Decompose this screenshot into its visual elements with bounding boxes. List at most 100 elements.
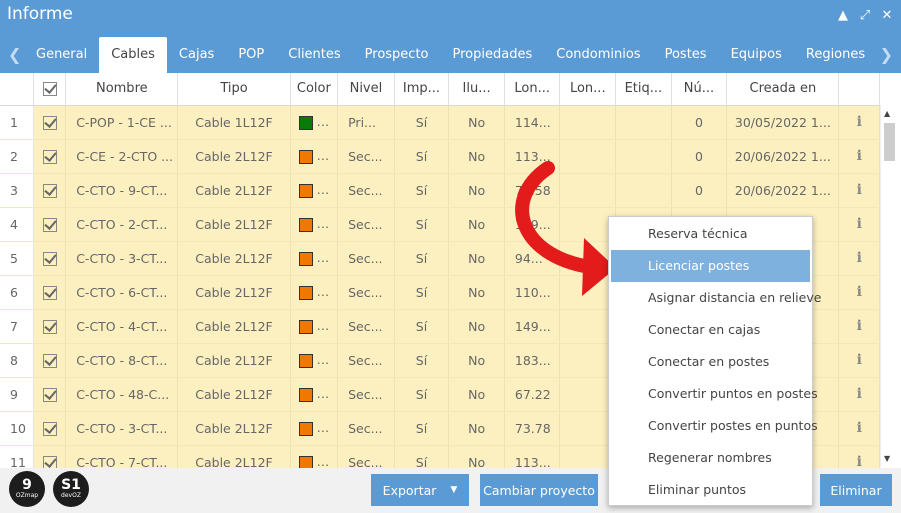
info-icon[interactable]: i xyxy=(857,182,862,198)
collapse-icon[interactable]: ▲ xyxy=(835,7,851,23)
tabs-scroll-left-icon[interactable]: ❮ xyxy=(8,45,21,64)
cell-nivel: Sec... xyxy=(337,411,395,446)
row-checkbox-cell[interactable] xyxy=(33,241,67,276)
row-checkbox[interactable] xyxy=(42,421,57,436)
cell-etiq xyxy=(615,173,672,208)
color-ellipsis: … xyxy=(312,114,330,130)
column-header[interactable]: Nivel xyxy=(337,73,395,106)
close-icon[interactable]: ✕ xyxy=(879,7,895,23)
menu-item[interactable]: Reserva técnica xyxy=(611,218,810,250)
info-icon[interactable]: i xyxy=(857,114,862,130)
menu-item[interactable]: Licenciar postes xyxy=(611,250,810,282)
cell-imp: Sí xyxy=(394,275,450,310)
column-header[interactable]: Nombre xyxy=(65,73,179,106)
row-checkbox-cell[interactable] xyxy=(33,411,67,446)
info-icon[interactable]: i xyxy=(857,318,862,334)
tab-cajas[interactable]: Cajas xyxy=(167,37,226,73)
export-button[interactable]: Exportar ▼ xyxy=(371,474,469,506)
table-row[interactable]: 3 C-CTO - 9-CT... Cable 2L12F … Sec... Sí No 7… xyxy=(0,173,880,208)
cell-imp: Sí xyxy=(394,377,450,412)
tab-regiones[interactable]: Regiones xyxy=(794,37,877,73)
tab-propiedades[interactable]: Propiedades xyxy=(441,37,545,73)
cell-etiq xyxy=(615,139,672,174)
info-icon[interactable]: i xyxy=(857,148,862,164)
select-all-checkbox[interactable] xyxy=(42,81,57,96)
row-checkbox-cell[interactable] xyxy=(33,173,67,208)
row-actions-cell: i xyxy=(838,309,880,344)
cell-tipo: Cable 2L12F xyxy=(177,377,291,412)
row-checkbox[interactable] xyxy=(42,353,57,368)
change-project-button[interactable]: Cambiar proyecto xyxy=(480,474,598,506)
tab-pop[interactable]: POP xyxy=(226,37,276,73)
row-checkbox-cell[interactable] xyxy=(33,207,67,242)
column-header[interactable]: Etiq... xyxy=(615,73,672,106)
scroll-up-icon[interactable]: ▲ xyxy=(884,109,890,118)
menu-item[interactable]: Conectar en cajas xyxy=(611,314,810,346)
table-row[interactable]: 2 C-CE - 2-CTO ... Cable 2L12F … Sec... Sí No… xyxy=(0,139,880,174)
row-checkbox[interactable] xyxy=(42,115,57,130)
info-icon[interactable]: i xyxy=(857,284,862,300)
column-header[interactable] xyxy=(33,73,67,106)
color-swatch xyxy=(298,217,313,232)
curved-arrow-icon xyxy=(515,161,616,296)
scroll-down-icon[interactable]: ▼ xyxy=(884,454,890,463)
tab-prospecto[interactable]: Prospecto xyxy=(353,37,441,73)
row-checkbox-cell[interactable] xyxy=(33,343,67,378)
tab-equipos[interactable]: Equipos xyxy=(719,37,794,73)
menu-item[interactable]: Asignar distancia en relieve xyxy=(611,282,821,314)
row-checkbox-cell[interactable] xyxy=(33,377,67,412)
tab-condominios[interactable]: Condominios xyxy=(544,37,652,73)
row-checkbox[interactable] xyxy=(42,251,57,266)
row-checkbox-cell[interactable] xyxy=(33,105,67,140)
info-icon[interactable]: i xyxy=(857,420,862,436)
cell-ilu: No xyxy=(448,343,505,378)
row-checkbox[interactable] xyxy=(42,319,57,334)
column-header[interactable] xyxy=(838,73,880,106)
info-icon[interactable]: i xyxy=(857,454,862,468)
info-icon[interactable]: i xyxy=(857,250,862,266)
menu-item[interactable]: Conectar en postes xyxy=(611,346,810,378)
tab-postes[interactable]: Postes xyxy=(653,37,719,73)
row-checkbox[interactable] xyxy=(42,285,57,300)
tab-general[interactable]: General xyxy=(24,37,99,73)
column-header[interactable] xyxy=(0,73,34,106)
cell-lon1: 149... xyxy=(504,309,561,344)
column-header[interactable]: Imp... xyxy=(394,73,450,106)
column-header[interactable]: Creada en xyxy=(726,73,840,106)
row-number: 8 xyxy=(0,343,34,378)
column-header[interactable]: Ilu... xyxy=(448,73,505,106)
tab-clientes[interactable]: Clientes xyxy=(276,37,352,73)
grid-scrollbar[interactable]: ▲ ▼ xyxy=(880,105,897,467)
expand-icon[interactable]: ⤢ xyxy=(857,7,873,23)
info-icon[interactable]: i xyxy=(857,386,862,402)
row-checkbox-cell[interactable] xyxy=(33,309,67,344)
info-icon[interactable]: i xyxy=(857,352,862,368)
cell-nivel: Sec... xyxy=(337,241,395,276)
menu-item[interactable]: Convertir puntos en postes xyxy=(611,378,818,410)
column-header[interactable]: Lon... xyxy=(559,73,617,106)
row-checkbox[interactable] xyxy=(42,183,57,198)
row-checkbox-cell[interactable] xyxy=(33,275,67,310)
row-checkbox[interactable] xyxy=(42,149,57,164)
delete-button[interactable]: Eliminar xyxy=(820,474,892,506)
cell-lon1: 67.22 xyxy=(504,377,561,412)
row-checkbox[interactable] xyxy=(42,387,57,402)
column-header[interactable]: Color xyxy=(290,73,339,106)
menu-item[interactable]: Regenerar nombres xyxy=(611,442,810,474)
info-icon[interactable]: i xyxy=(857,216,862,232)
scrollbar-thumb[interactable] xyxy=(884,123,895,161)
tabs-scroll-right-icon[interactable]: ❯ xyxy=(880,45,893,64)
table-row[interactable]: 1 C-POP - 1-CE ... Cable 1L12F … Pri... Sí No… xyxy=(0,105,880,140)
cell-imp: Sí xyxy=(394,309,450,344)
column-header[interactable]: Lon... xyxy=(504,73,561,106)
devoz-logo-mark: S1 xyxy=(61,477,81,493)
row-checkbox[interactable] xyxy=(42,455,57,468)
menu-item[interactable]: Eliminar puntos xyxy=(611,474,810,506)
column-header[interactable]: Tipo xyxy=(177,73,291,106)
column-header[interactable]: Nú... xyxy=(671,73,728,106)
menu-item[interactable]: Convertir postes en puntos xyxy=(611,410,818,442)
row-checkbox[interactable] xyxy=(42,217,57,232)
row-checkbox-cell[interactable] xyxy=(33,445,67,468)
row-checkbox-cell[interactable] xyxy=(33,139,67,174)
tab-cables[interactable]: Cables xyxy=(99,37,167,73)
